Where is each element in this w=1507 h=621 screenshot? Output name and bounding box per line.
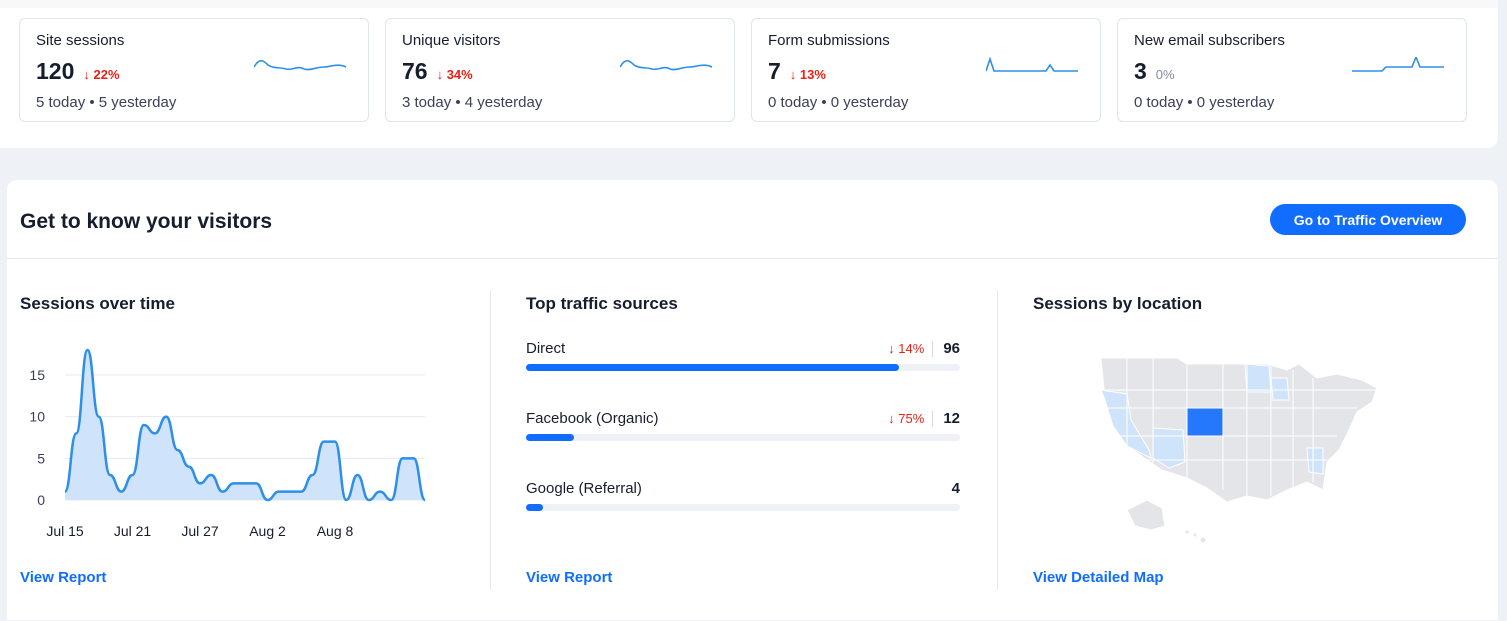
column-divider — [490, 290, 491, 590]
kpi-change: 0% — [1155, 67, 1175, 82]
kpi-label: Unique visitors — [402, 32, 501, 49]
kpi-change: ↓ 13% — [789, 67, 826, 82]
sessions-line — [63, 348, 427, 502]
kpi-card[interactable]: Form submissions 7 ↓ 13% 0 today • 0 yester… — [751, 18, 1101, 122]
sparkline — [254, 59, 347, 71]
kpi-label: Site sessions — [36, 32, 125, 49]
traffic-view-report-link[interactable]: View Report — [526, 569, 612, 586]
traffic-source-name: Google (Referral) — [526, 480, 642, 497]
kpi-label: Form submissions — [768, 32, 890, 49]
kpi-today-yesterday: 5 today • 5 yesterday — [36, 94, 177, 111]
kpi-value: 3 — [1134, 58, 1147, 84]
kpi-value: 7 — [768, 58, 781, 84]
location-title: Sessions by location — [1033, 294, 1203, 313]
top-strip — [0, 0, 1498, 8]
kpi-card[interactable]: Unique visitors 76 ↓ 34% 3 today • 4 yester… — [385, 18, 735, 122]
column-divider — [997, 290, 998, 590]
traffic-source-bar — [526, 434, 960, 441]
kpi-change: ↓ 34% — [436, 67, 473, 82]
kpi-today-yesterday: 3 today • 4 yesterday — [402, 94, 543, 111]
kpi-today-yesterday: 0 today • 0 yesterday — [1134, 94, 1275, 111]
traffic-source-change: ↓ 14% — [888, 341, 925, 356]
y-tick-label: 15 — [29, 367, 45, 383]
kpi-label: New email subscribers — [1134, 32, 1285, 49]
traffic-source-row: Facebook (Organic) ↓ 75% 12 — [526, 410, 960, 460]
us-map — [1100, 357, 1378, 544]
y-tick-label: 10 — [29, 409, 45, 425]
kpi-panel: Site sessions 120 ↓ 22% 5 today • 5 yesterd… — [0, 8, 1498, 148]
separator — [932, 340, 934, 357]
y-tick-label: 0 — [37, 492, 45, 508]
traffic-sources-title: Top traffic sources — [526, 294, 678, 313]
kpi-change: ↓ 22% — [83, 67, 120, 82]
kpi-card[interactable]: New email subscribers 3 0% 0 today • 0 yest… — [1117, 18, 1467, 122]
sessions-chart: 0 5 10 15 Jul 15 Jul 21 Jul 27 Aug 2 Aug 8 — [29, 348, 427, 539]
section-title: Get to know your visitors — [20, 210, 273, 233]
traffic-source-count: 12 — [943, 410, 960, 427]
traffic-source-stats: ↓ 14% 96 — [888, 340, 960, 357]
traffic-source-row: Google (Referral) 4 — [526, 480, 960, 530]
sessions-chart-title: Sessions over time — [20, 294, 175, 313]
sessions-area — [65, 350, 425, 500]
traffic-source-bar-fill — [526, 434, 574, 441]
kpi-value: 76 — [402, 58, 428, 84]
traffic-source-name: Facebook (Organic) — [526, 410, 659, 427]
kpi-today-yesterday: 0 today • 0 yesterday — [768, 94, 909, 111]
header-divider — [7, 258, 1498, 259]
x-tick-label: Jul 27 — [181, 523, 219, 539]
y-tick-label: 5 — [37, 450, 45, 466]
go-to-traffic-overview-button[interactable]: Go to Traffic Overview — [1270, 204, 1466, 235]
visitors-panel: Get to know your visitors Go to Traffic … — [7, 180, 1498, 620]
kpi-card[interactable]: Site sessions 120 ↓ 22% 5 today • 5 yesterd… — [19, 18, 369, 122]
sparkline — [986, 57, 1078, 72]
x-tick-label: Jul 21 — [114, 523, 152, 539]
traffic-source-name: Direct — [526, 340, 566, 357]
traffic-source-bar — [526, 364, 960, 371]
traffic-source-bar — [526, 504, 960, 511]
traffic-source-bar-fill — [526, 364, 900, 371]
traffic-source-stats: ↓ 75% 12 — [888, 410, 960, 427]
traffic-source-bar-fill — [526, 504, 544, 511]
kpi-value: 120 — [36, 58, 75, 84]
traffic-source-row: Direct ↓ 14% 96 — [526, 340, 960, 390]
traffic-source-stats: 4 — [952, 480, 960, 497]
sessions-view-report-link[interactable]: View Report — [20, 569, 106, 586]
kpi-value-row: 120 ↓ 22% — [36, 58, 120, 85]
kpi-value-row: 76 ↓ 34% — [402, 58, 473, 85]
x-tick-label: Aug 2 — [249, 523, 286, 539]
traffic-source-count: 96 — [943, 340, 960, 357]
traffic-source-change: ↓ 75% — [888, 411, 925, 426]
traffic-source-count: 4 — [951, 480, 960, 497]
sparkline — [1352, 57, 1444, 72]
x-tick-label: Aug 8 — [317, 523, 354, 539]
kpi-value-row: 3 0% — [1134, 58, 1175, 85]
separator — [932, 410, 934, 427]
x-tick-label: Jul 15 — [46, 523, 84, 539]
sparkline — [620, 59, 713, 71]
kpi-value-row: 7 ↓ 13% — [768, 58, 826, 85]
view-detailed-map-link[interactable]: View Detailed Map — [1033, 569, 1164, 586]
